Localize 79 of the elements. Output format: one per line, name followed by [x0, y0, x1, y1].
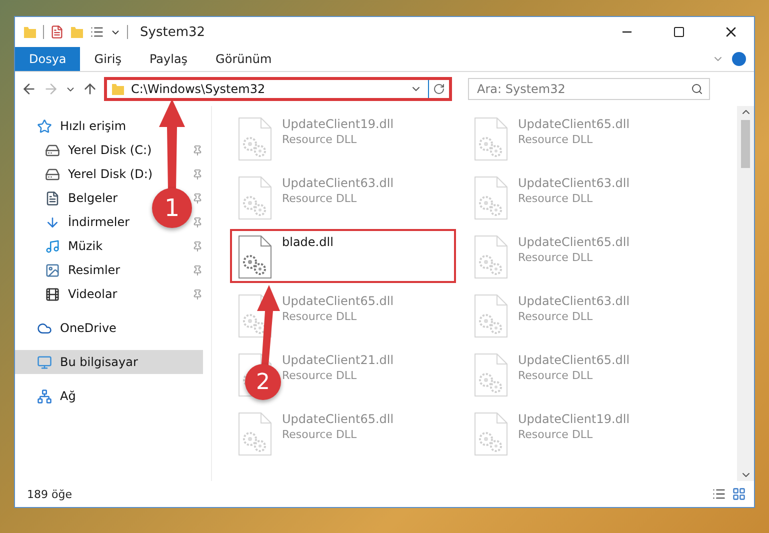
file-type: Resource DLL [282, 428, 358, 441]
sidebar-item[interactable]: Yerel Disk (D:) [15, 162, 161, 186]
dll-file-icon [238, 176, 272, 220]
address-bar[interactable]: C:\Windows\System32 [104, 77, 452, 101]
cloud-icon [37, 320, 52, 336]
dll-file-icon [474, 235, 508, 279]
step-number: 2 [245, 364, 281, 400]
file-tile[interactable]: blade.dll [230, 229, 456, 283]
file-name: UpdateClient21.dll [282, 353, 394, 367]
file-name: UpdateClient19.dll [282, 117, 394, 131]
dll-file-icon [474, 117, 508, 161]
file-type: Resource DLL [518, 310, 594, 323]
music-icon [45, 238, 60, 254]
dll-file-icon [474, 176, 508, 220]
network-icon [37, 388, 52, 404]
film-icon [45, 286, 60, 302]
folder-icon [111, 82, 125, 96]
ribbon-tab[interactable]: Dosya [15, 47, 80, 71]
file-type: Resource DLL [518, 192, 594, 205]
dll-file-icon [238, 412, 272, 456]
dll-file-icon [238, 117, 272, 161]
dll-file-icon [238, 235, 272, 279]
properties-icon[interactable] [50, 25, 64, 39]
ribbon-tab[interactable]: Paylaş [135, 47, 202, 71]
sidebar-item[interactable]: Hızlı erişim [15, 114, 134, 138]
search-box[interactable]: Ara: System32 [468, 78, 710, 100]
dll-file-icon [474, 294, 508, 338]
refresh-icon [433, 83, 445, 95]
file-name: UpdateClient63.dll [282, 176, 394, 190]
ribbon-tab[interactable]: Giriş [80, 47, 136, 71]
file-type: Resource DLL [282, 310, 358, 323]
details-view-icon[interactable] [712, 487, 726, 501]
file-name: UpdateClient65.dll [518, 117, 630, 131]
file-type: Resource DLL [518, 133, 594, 146]
file-name: UpdateClient65.dll [282, 294, 394, 308]
file-name: UpdateClient65.dll [282, 412, 394, 426]
file-name: UpdateClient63.dll [518, 294, 630, 308]
file-name: UpdateClient63.dll [518, 176, 630, 190]
large-icons-view-icon[interactable] [732, 487, 746, 501]
sidebar-item[interactable]: Bu bilgisayar [15, 350, 203, 374]
folder-icon [23, 25, 37, 39]
star-icon [37, 118, 52, 134]
download-icon [45, 214, 60, 230]
search-icon [691, 83, 703, 95]
up-button[interactable] [82, 81, 98, 97]
dll-file-icon [474, 353, 508, 397]
sidebar-item[interactable]: Resimler [15, 258, 128, 282]
maximize-icon [673, 26, 685, 38]
file-type: Resource DLL [282, 192, 358, 205]
file-type: Resource DLL [282, 133, 358, 146]
drive-icon [45, 166, 60, 182]
file-name: UpdateClient65.dll [518, 235, 630, 249]
monitor-icon [37, 354, 52, 370]
file-name: UpdateClient65.dll [518, 353, 630, 367]
scrollbar[interactable] [737, 106, 754, 481]
customize-icon[interactable] [90, 25, 104, 39]
sidebar-item[interactable]: Videolar [15, 282, 126, 306]
document-icon [45, 190, 60, 206]
window-title: System32 [140, 24, 206, 40]
picture-icon [45, 262, 60, 278]
file-type: Resource DLL [518, 428, 594, 441]
file-type: Resource DLL [518, 369, 594, 382]
back-button[interactable] [21, 81, 37, 97]
sidebar-item[interactable]: Yerel Disk (C:) [15, 138, 160, 162]
ribbon-tab[interactable]: Görünüm [202, 47, 286, 71]
sidebar-item[interactable]: Müzik [15, 234, 111, 258]
file-type: Resource DLL [282, 369, 358, 382]
sidebar-item[interactable]: OneDrive [15, 316, 124, 340]
step-number: 1 [152, 188, 192, 228]
sidebar-item[interactable]: İndirmeler [15, 210, 138, 234]
drive-icon [45, 142, 60, 158]
file-name: blade.dll [282, 235, 334, 249]
sidebar-item[interactable]: Belgeler [15, 186, 126, 210]
sidebar-item[interactable]: Ağ [15, 384, 84, 408]
file-type: Resource DLL [518, 251, 594, 264]
dll-file-icon [474, 412, 508, 456]
scrollbar-thumb[interactable] [741, 120, 750, 168]
file-name: UpdateClient19.dll [518, 412, 630, 426]
item-count: 189 öğe [27, 488, 72, 500]
